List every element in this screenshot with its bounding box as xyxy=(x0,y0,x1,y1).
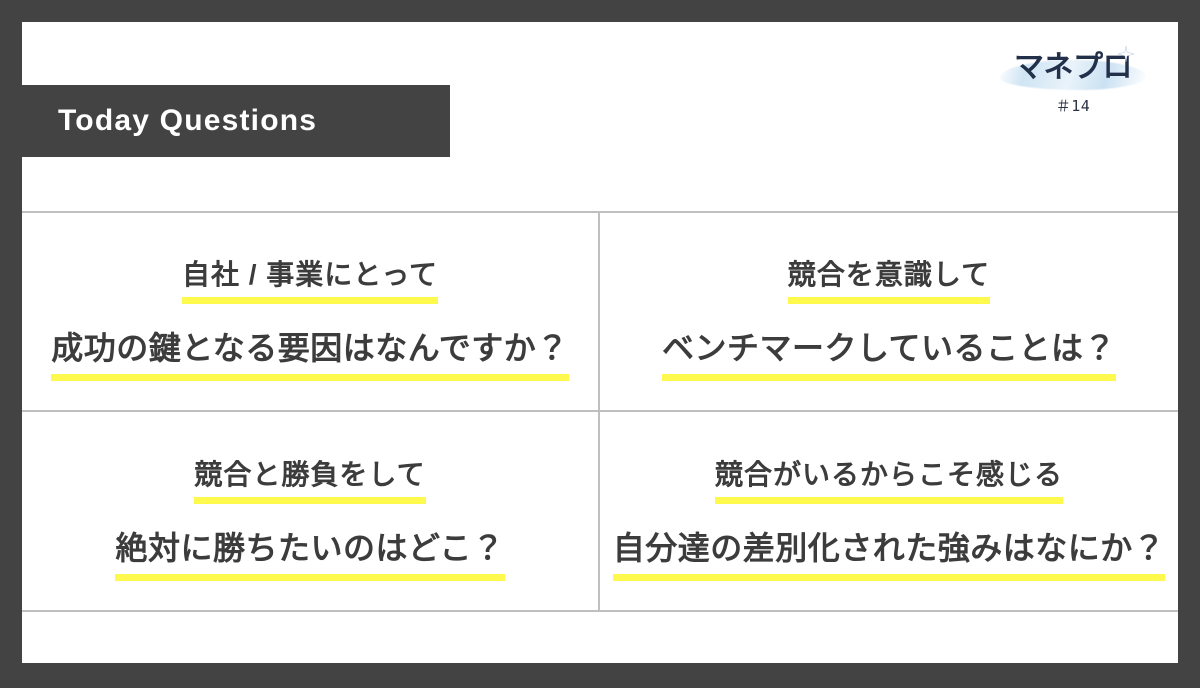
question-lead-line: 競合がいるからこそ感じる xyxy=(714,453,1064,504)
question-lead-line: 自社 / 事業にとって xyxy=(181,253,439,305)
question-main-line: 自分達の差別化された強みはなにか？ xyxy=(612,523,1166,581)
question-cell-bottom-right: 競合がいるからこそ感じる 自分達の差別化された強みはなにか？ xyxy=(600,412,1178,611)
question-lead-line: 競合と勝負をして xyxy=(194,453,426,504)
question-cell-bottom-left: 競合と勝負をして 絶対に勝ちたいのはどこ？ xyxy=(22,411,600,610)
questions-grid: 自社 / 事業にとって 成功の鍵となる要因はなんですか？ 競合を意識して ベンチ… xyxy=(22,211,1178,612)
logo-mark: マネプロ xyxy=(998,44,1148,92)
slide-root: マネプロ ＃14 自社 / 事業にとって 成功の鍵となる要因はなんですか？ 競合… xyxy=(0,0,1200,688)
question-main-line: 絶対に勝ちたいのはどこ？ xyxy=(115,523,505,581)
logo-wordmark: マネプロ xyxy=(1014,51,1133,84)
question-cell-top-right: 競合を意識して ベンチマークしていることは？ xyxy=(600,213,1178,412)
page-title: Today Questions xyxy=(58,104,318,137)
issue-number: ＃14 xyxy=(1055,97,1091,115)
question-main-line: 成功の鍵となる要因はなんですか？ xyxy=(51,323,570,382)
question-lead-line: 競合を意識して xyxy=(787,253,991,305)
brand-logo: マネプロ ＃14 xyxy=(998,44,1148,116)
question-main-line: ベンチマークしていることは？ xyxy=(661,323,1117,382)
sparkle-icon xyxy=(1118,46,1134,62)
question-cell-top-left: 自社 / 事業にとって 成功の鍵となる要因はなんですか？ xyxy=(22,213,600,412)
slide-title-banner: Today Questions xyxy=(0,85,450,157)
